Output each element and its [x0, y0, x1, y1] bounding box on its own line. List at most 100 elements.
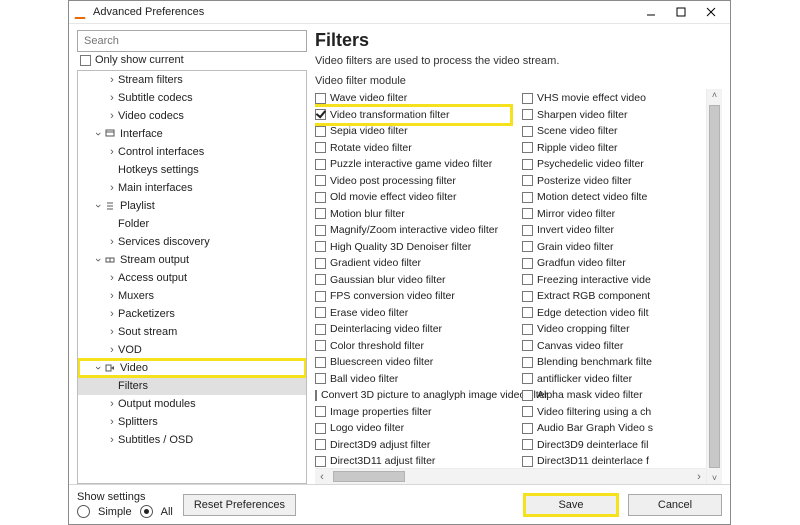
checkbox[interactable]: [522, 192, 533, 203]
tree-item[interactable]: Main interfaces: [78, 179, 306, 197]
checkbox[interactable]: [522, 373, 533, 384]
tree-item[interactable]: Hotkeys settings: [78, 161, 306, 179]
filter-checkbox-row[interactable]: Edge detection video filt: [522, 305, 677, 322]
chevron-right-icon[interactable]: [106, 146, 118, 158]
scroll-left-icon[interactable]: ‹: [315, 471, 329, 483]
filter-checkbox-row[interactable]: Erase video filter: [315, 305, 510, 322]
checkbox[interactable]: [315, 208, 326, 219]
checkbox[interactable]: [522, 324, 533, 335]
vscroll-thumb[interactable]: [709, 105, 720, 468]
tree-item[interactable]: Packetizers: [78, 305, 306, 323]
tree-item[interactable]: Splitters: [78, 413, 306, 431]
reset-button[interactable]: Reset Preferences: [183, 494, 296, 516]
filter-checkbox-row[interactable]: Direct3D9 adjust filter: [315, 437, 510, 454]
checkbox[interactable]: [522, 175, 533, 186]
chevron-right-icon[interactable]: [106, 398, 118, 410]
tree-item[interactable]: Sout stream: [78, 323, 306, 341]
chevron-down-icon[interactable]: [92, 254, 104, 266]
checkbox[interactable]: [315, 274, 326, 285]
search-input[interactable]: [77, 30, 307, 52]
scroll-down-icon[interactable]: ˅: [707, 472, 722, 484]
checkbox[interactable]: [522, 241, 533, 252]
filter-checkbox-row[interactable]: Motion blur filter: [315, 206, 510, 223]
tree-item[interactable]: Video codecs: [78, 107, 306, 125]
tree-item[interactable]: Filters: [78, 377, 306, 395]
tree-item[interactable]: Access output: [78, 269, 306, 287]
checkbox[interactable]: [315, 93, 326, 104]
checkbox[interactable]: [522, 93, 533, 104]
checkbox[interactable]: [315, 406, 326, 417]
filter-checkbox-row[interactable]: Video post processing filter: [315, 173, 510, 190]
checkbox[interactable]: [522, 142, 533, 153]
filter-checkbox-row[interactable]: Rotate video filter: [315, 140, 510, 157]
filter-checkbox-row[interactable]: Puzzle interactive game video filter: [315, 156, 510, 173]
filter-checkbox-row[interactable]: Motion detect video filte: [522, 189, 677, 206]
filter-checkbox-row[interactable]: Psychedelic video filter: [522, 156, 677, 173]
filter-checkbox-row[interactable]: Sepia video filter: [315, 123, 510, 140]
filter-checkbox-row[interactable]: Video transformation filter: [315, 107, 510, 124]
radio-all[interactable]: [140, 505, 153, 518]
checkbox[interactable]: [522, 126, 533, 137]
search-field[interactable]: [82, 34, 302, 48]
filter-checkbox-row[interactable]: Wave video filter: [315, 90, 510, 107]
filter-checkbox-row[interactable]: FPS conversion video filter: [315, 288, 510, 305]
only-current-row[interactable]: Only show current: [77, 52, 307, 70]
checkbox[interactable]: [315, 241, 326, 252]
checkbox[interactable]: [522, 225, 533, 236]
checkbox[interactable]: [315, 373, 326, 384]
checkbox[interactable]: [522, 406, 533, 417]
checkbox[interactable]: [315, 423, 326, 434]
chevron-right-icon[interactable]: [106, 416, 118, 428]
checkbox[interactable]: [315, 340, 326, 351]
checkbox[interactable]: [522, 439, 533, 450]
checkbox[interactable]: [522, 307, 533, 318]
cancel-button[interactable]: Cancel: [628, 494, 722, 516]
chevron-right-icon[interactable]: [106, 110, 118, 122]
filter-checkbox-row[interactable]: Color threshold filter: [315, 338, 510, 355]
tree-item[interactable]: Muxers: [78, 287, 306, 305]
checkbox[interactable]: [522, 159, 533, 170]
vertical-scrollbar[interactable]: ˄ ˅: [706, 89, 722, 484]
filter-checkbox-row[interactable]: Posterize video filter: [522, 173, 677, 190]
filter-checkbox-row[interactable]: Logo video filter: [315, 420, 510, 437]
chevron-right-icon[interactable]: [106, 344, 118, 356]
minimize-button[interactable]: [636, 1, 666, 23]
filter-checkbox-row[interactable]: Video filtering using a ch: [522, 404, 677, 421]
filter-checkbox-row[interactable]: Direct3D9 deinterlace fil: [522, 437, 677, 454]
only-current-checkbox[interactable]: [80, 55, 91, 66]
tree-item[interactable]: Subtitles / OSD: [78, 431, 306, 449]
checkbox[interactable]: [522, 291, 533, 302]
filter-checkbox-row[interactable]: Gradfun video filter: [522, 255, 677, 272]
chevron-right-icon[interactable]: [106, 434, 118, 446]
filter-checkbox-row[interactable]: Gaussian blur video filter: [315, 272, 510, 289]
filter-checkbox-row[interactable]: Extract RGB component: [522, 288, 677, 305]
filter-checkbox-row[interactable]: Blending benchmark filte: [522, 354, 677, 371]
chevron-right-icon[interactable]: [106, 308, 118, 320]
save-button[interactable]: Save: [524, 494, 618, 516]
chevron-down-icon[interactable]: [92, 128, 104, 140]
checkbox[interactable]: [522, 357, 533, 368]
filter-checkbox-row[interactable]: Ball video filter: [315, 371, 510, 388]
filter-checkbox-row[interactable]: Convert 3D picture to anaglyph image vid…: [315, 387, 510, 404]
category-tree-scroll[interactable]: Stream filtersSubtitle codecsVideo codec…: [78, 71, 306, 483]
checkbox[interactable]: [315, 159, 326, 170]
checkbox[interactable]: [522, 423, 533, 434]
checkbox[interactable]: [315, 192, 326, 203]
scroll-up-icon[interactable]: ˄: [707, 89, 722, 101]
checkbox[interactable]: [315, 258, 326, 269]
filter-checkbox-row[interactable]: Bluescreen video filter: [315, 354, 510, 371]
filter-checkbox-row[interactable]: Gradient video filter: [315, 255, 510, 272]
checkbox[interactable]: [315, 126, 326, 137]
close-button[interactable]: [696, 1, 726, 23]
checkbox[interactable]: [315, 456, 326, 467]
chevron-right-icon[interactable]: [106, 182, 118, 194]
filter-checkbox-row[interactable]: Invert video filter: [522, 222, 677, 239]
filter-checkbox-row[interactable]: Image properties filter: [315, 404, 510, 421]
checkbox[interactable]: [315, 390, 317, 401]
filter-checkbox-row[interactable]: Scene video filter: [522, 123, 677, 140]
tree-item[interactable]: Control interfaces: [78, 143, 306, 161]
filter-checkbox-row[interactable]: Canvas video filter: [522, 338, 677, 355]
tree-item[interactable]: Subtitle codecs: [78, 89, 306, 107]
filter-checkbox-row[interactable]: Ripple video filter: [522, 140, 677, 157]
checkbox[interactable]: [315, 142, 326, 153]
